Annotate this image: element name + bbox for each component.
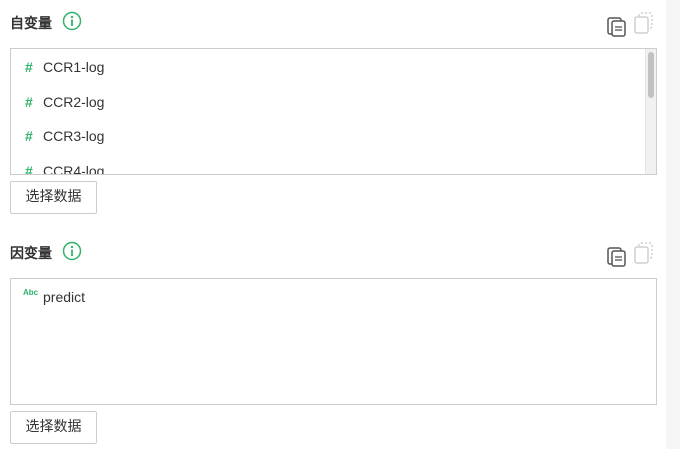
paste-icon[interactable] xyxy=(633,242,655,264)
text-type-icon: Abc xyxy=(23,288,39,297)
scrollbar-thumb[interactable] xyxy=(648,52,654,98)
variable-name: CCR3-log xyxy=(43,128,105,144)
numeric-type-icon: # xyxy=(25,162,33,175)
section-header: 因变量 xyxy=(10,238,657,267)
list-item[interactable]: # CCR3-log xyxy=(11,118,644,153)
variable-name: CCR1-log xyxy=(43,59,105,75)
variable-name: CCR2-log xyxy=(43,93,105,110)
select-data-button[interactable]: 选择数据 xyxy=(10,411,97,444)
section-title: 自变量 xyxy=(10,15,52,31)
independent-variable-section: 自变量 # CCR1-log # CCR2-log # CCR3-log # C… xyxy=(10,8,657,214)
section-title: 因变量 xyxy=(10,245,52,261)
scrollbar[interactable] xyxy=(645,49,656,174)
copy-icon[interactable] xyxy=(607,245,627,267)
select-data-button[interactable]: 选择数据 xyxy=(10,181,97,214)
list-item[interactable]: # CCR4-log xyxy=(11,153,644,175)
numeric-type-icon: # xyxy=(25,128,33,144)
section-header: 自变量 xyxy=(10,8,657,37)
info-icon[interactable] xyxy=(62,11,82,31)
paste-icon[interactable] xyxy=(633,12,655,34)
numeric-type-icon: # xyxy=(25,93,33,110)
list-item[interactable]: Abc predict xyxy=(11,279,644,314)
list-item[interactable]: # CCR1-log xyxy=(11,49,644,84)
copy-icon[interactable] xyxy=(607,15,627,37)
numeric-type-icon: # xyxy=(25,59,33,75)
dependent-variable-section: 因变量 Abc predict 选择数据 xyxy=(10,238,657,444)
variable-list: Abc predict xyxy=(11,279,644,314)
variable-name: predict xyxy=(43,289,86,305)
info-icon[interactable] xyxy=(62,241,82,261)
panel-edge xyxy=(666,0,680,449)
variable-name: CCR4-log xyxy=(43,162,105,175)
variable-list: # CCR1-log # CCR2-log # CCR3-log # CCR4-… xyxy=(11,49,644,175)
dependent-variable-list-box[interactable]: Abc predict xyxy=(10,278,657,405)
list-item[interactable]: # CCR2-log xyxy=(11,84,644,119)
independent-variable-list-box[interactable]: # CCR1-log # CCR2-log # CCR3-log # CCR4-… xyxy=(10,48,657,175)
